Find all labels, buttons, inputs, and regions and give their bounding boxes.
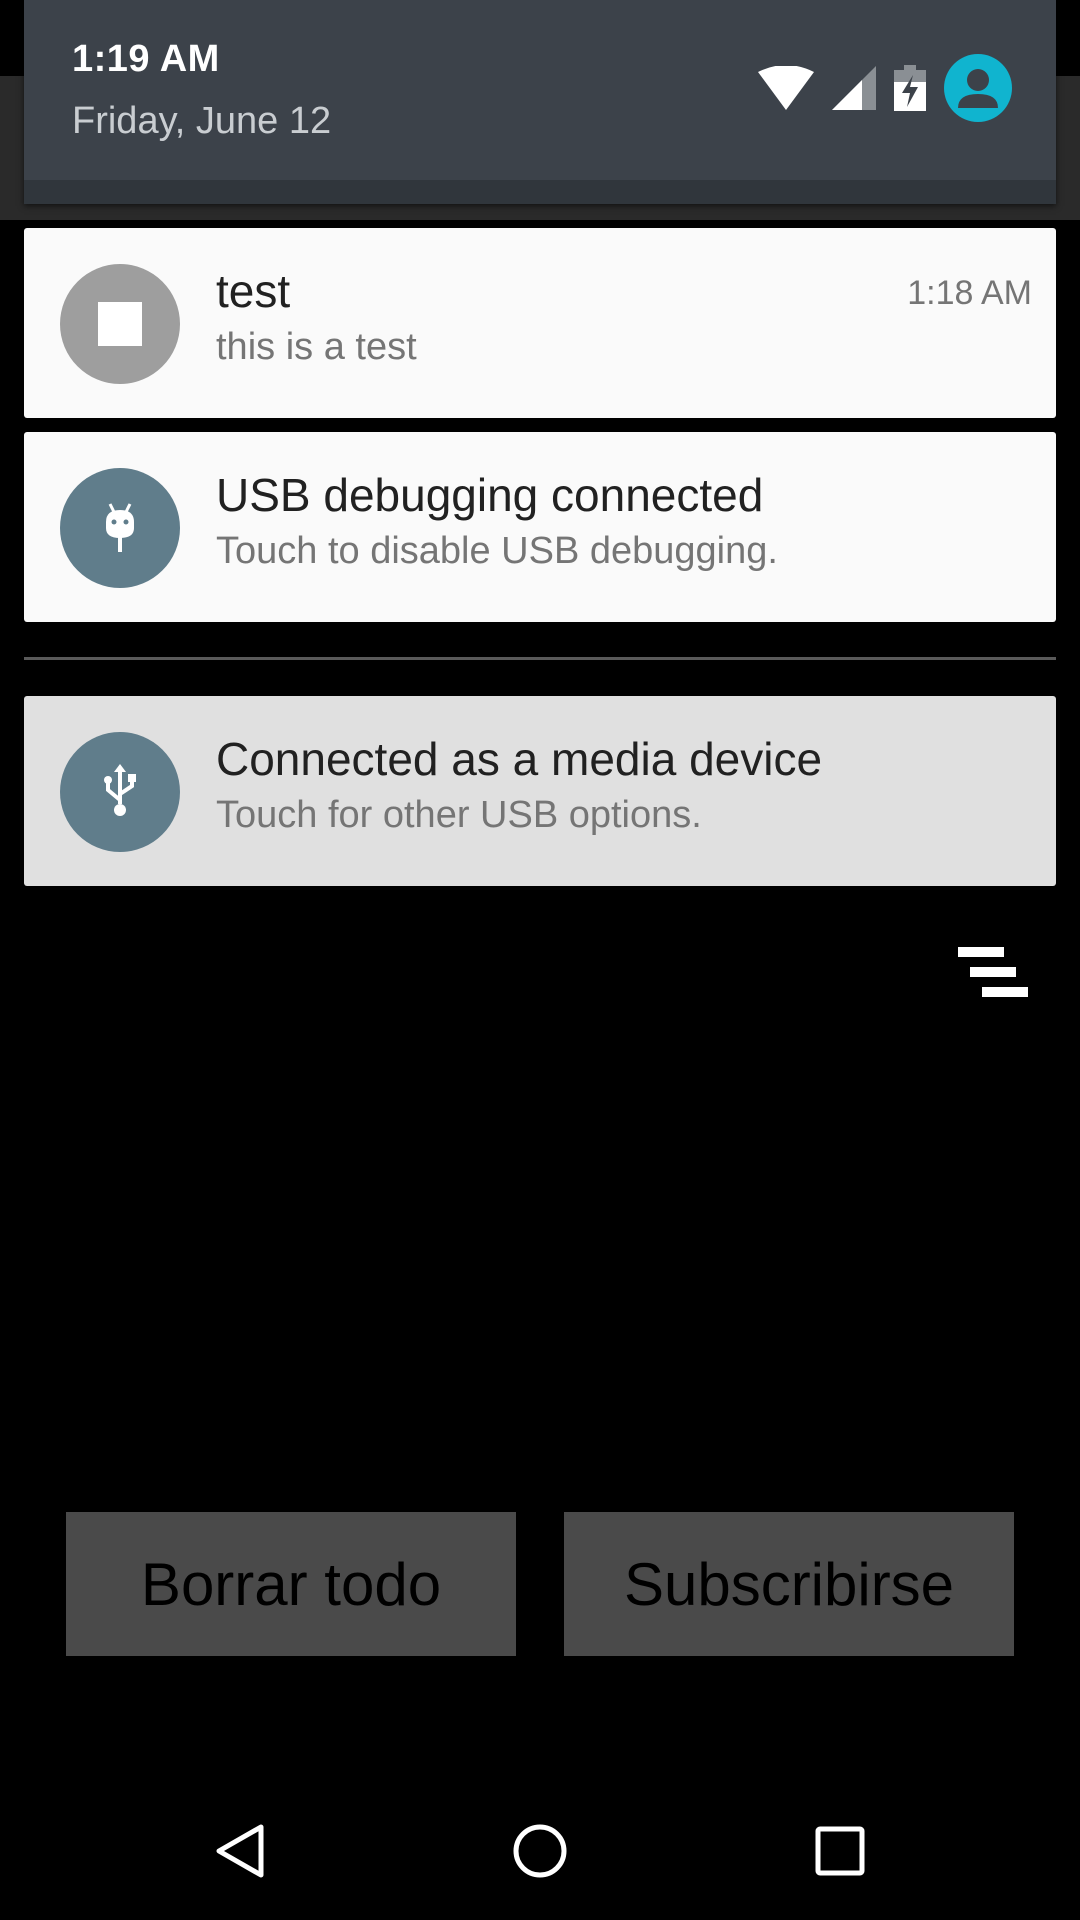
notification-usb-debugging[interactable]: USB debugging connected Touch to disable… (24, 432, 1056, 622)
clear-all-button[interactable]: Borrar todo (66, 1512, 516, 1656)
notification-divider (24, 657, 1056, 660)
notification-title: Connected as a media device (216, 733, 823, 785)
recents-icon[interactable] (785, 1796, 895, 1906)
notification-media-device[interactable]: Connected as a media device Touch for ot… (24, 696, 1056, 886)
date[interactable]: Friday, June 12 (72, 100, 331, 143)
notification-text: Touch to disable USB debugging. (216, 530, 778, 572)
notification-text: this is a test (216, 326, 417, 368)
notification-test[interactable]: test this is a test 1:18 AM (24, 228, 1056, 418)
back-icon[interactable] (186, 1796, 296, 1906)
notification-time: 1:18 AM (907, 274, 1032, 312)
wifi-icon (758, 66, 814, 110)
subscribe-button[interactable]: Subscribirse (564, 1512, 1014, 1656)
header-bottom-strip (24, 180, 1056, 204)
battery-charging-icon (894, 65, 926, 111)
notification-title: USB debugging connected (216, 469, 764, 521)
clear-all-icon[interactable] (958, 945, 1030, 1001)
status-icons (758, 54, 1012, 122)
notification-text: Touch for other USB options. (216, 794, 702, 836)
user-avatar-icon[interactable] (944, 54, 1012, 122)
clock: 1:19 AM (72, 38, 220, 80)
notification-shade-header[interactable]: 1:19 AM Friday, June 12 (24, 0, 1056, 204)
stop-icon (60, 264, 180, 384)
notification-title: test (216, 265, 291, 317)
signal-icon (832, 66, 876, 110)
home-icon[interactable] (485, 1796, 595, 1906)
android-debug-icon (60, 468, 180, 588)
usb-icon (60, 732, 180, 852)
navigation-bar (0, 1776, 1080, 1920)
